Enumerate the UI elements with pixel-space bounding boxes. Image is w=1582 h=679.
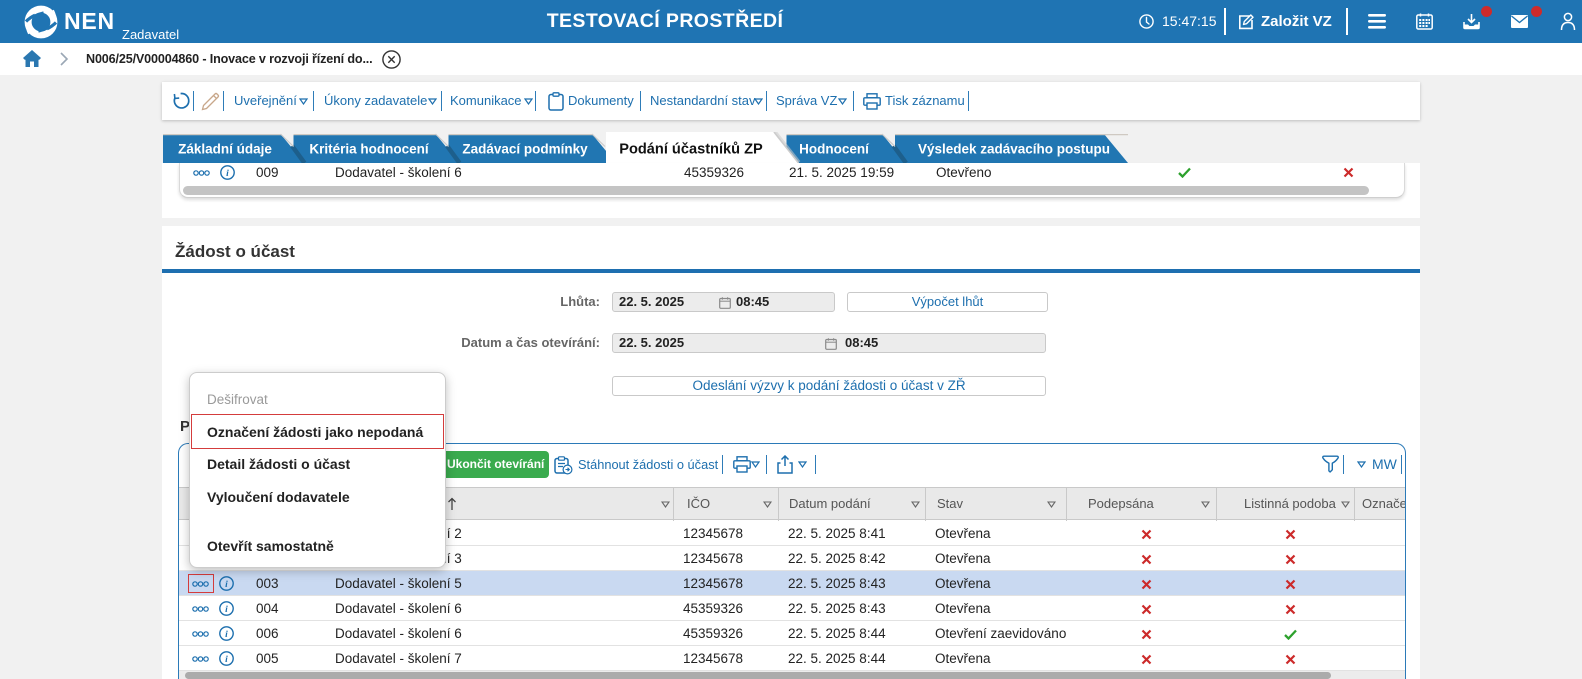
svg-text:Hodnocení: Hodnocení	[799, 141, 870, 156]
svg-text:Zadávací podmínky: Zadávací podmínky	[462, 141, 588, 156]
svg-text:i: i	[226, 169, 229, 179]
svg-text:Podání účastníků ZP: Podání účastníků ZP	[619, 141, 763, 157]
svg-text:Kritéria hodnocení: Kritéria hodnocení	[309, 141, 430, 156]
svg-text:i: i	[225, 630, 228, 640]
svg-text:i: i	[225, 580, 228, 590]
svg-text:i: i	[225, 605, 228, 615]
svg-text:Základní údaje: Základní údaje	[178, 141, 272, 156]
svg-text:i: i	[225, 655, 228, 665]
svg-text:Výsledek zadávacího postupu: Výsledek zadávacího postupu	[918, 141, 1110, 156]
